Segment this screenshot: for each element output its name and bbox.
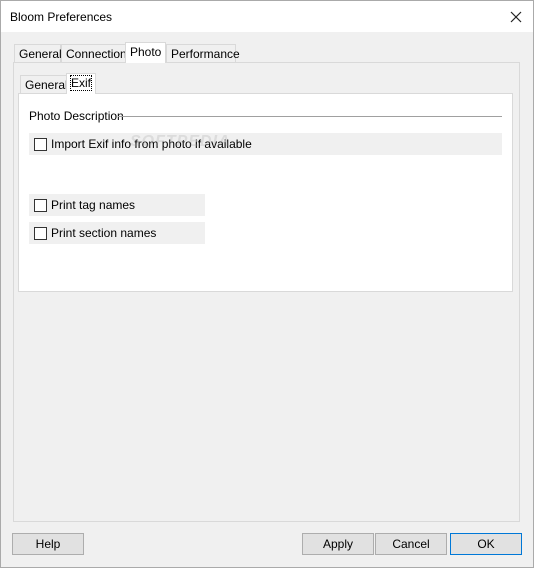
- window-title: Bloom Preferences: [10, 10, 113, 24]
- ok-button[interactable]: OK: [450, 533, 522, 555]
- close-icon: [510, 11, 522, 22]
- tab-general-label: General: [19, 47, 62, 61]
- cancel-button[interactable]: Cancel: [375, 533, 447, 555]
- tab-connection-label: Connection: [66, 47, 127, 61]
- print-section-names-label: Print section names: [51, 226, 157, 240]
- print-tag-names-checkbox-row[interactable]: Print tag names: [29, 194, 205, 216]
- print-tag-names-checkbox[interactable]: [34, 198, 47, 212]
- tab-inner-general[interactable]: General: [20, 75, 68, 93]
- print-section-names-checkbox[interactable]: [34, 226, 47, 240]
- import-exif-checkbox-row[interactable]: Import Exif info from photo if available: [29, 133, 502, 155]
- tab-photo-label: Photo: [130, 45, 162, 59]
- help-button[interactable]: Help: [12, 533, 84, 555]
- watermark: SOFTPEDIA: [130, 133, 231, 150]
- group-divider: [118, 116, 502, 117]
- import-exif-checkbox[interactable]: [34, 137, 47, 151]
- tab-performance-label: Performance: [171, 47, 240, 61]
- tab-exif-label: Exif: [69, 75, 93, 91]
- tab-general[interactable]: General: [14, 44, 62, 62]
- print-tag-names-label: Print tag names: [51, 198, 136, 212]
- apply-button[interactable]: Apply: [302, 533, 374, 555]
- tab-exif[interactable]: Exif: [66, 73, 96, 94]
- print-section-names-checkbox-row[interactable]: Print section names: [29, 222, 205, 244]
- close-button[interactable]: [499, 1, 533, 32]
- tab-connection[interactable]: Connection: [61, 44, 127, 62]
- tab-inner-general-label: General: [25, 78, 68, 92]
- tab-photo[interactable]: Photo: [125, 42, 166, 63]
- title-bar: Bloom Preferences: [1, 1, 533, 32]
- group-title: Photo Description: [29, 109, 128, 123]
- tab-performance[interactable]: Performance: [166, 44, 240, 62]
